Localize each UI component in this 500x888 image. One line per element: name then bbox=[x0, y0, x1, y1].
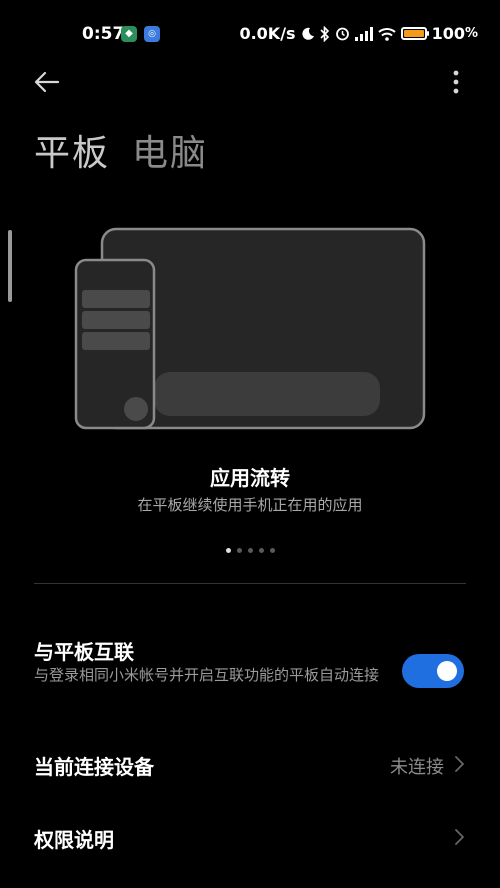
interconnect-title: 与平板互联 bbox=[34, 640, 134, 664]
app-icon: ◎ bbox=[144, 26, 160, 42]
status-bar: 0:57 ◆ ◎ 0.0K/s 100% bbox=[0, 0, 500, 70]
current-device-title[interactable]: 当前连接设备 bbox=[34, 751, 154, 780]
more-vertical-icon bbox=[453, 70, 459, 94]
page-dot[interactable] bbox=[258, 548, 264, 553]
page-dot[interactable] bbox=[247, 548, 253, 553]
battery-level: 100% bbox=[431, 24, 478, 43]
page-dot[interactable] bbox=[269, 548, 275, 553]
app-handoff-illustration bbox=[74, 227, 426, 430]
status-time: 0:57 bbox=[82, 24, 125, 44]
alarm-icon bbox=[335, 26, 350, 41]
page-dot[interactable] bbox=[225, 548, 231, 553]
battery-icon bbox=[400, 27, 429, 40]
tab-computer[interactable]: 电脑 bbox=[132, 124, 208, 176]
shield-app-icon: ◆ bbox=[121, 26, 137, 42]
scroll-indicator bbox=[8, 230, 12, 302]
bluetooth-icon bbox=[319, 25, 330, 42]
interconnect-description: 与登录相同小米帐号并开启互联功能的平板自动连接 bbox=[34, 666, 380, 684]
arrow-left-icon bbox=[34, 71, 60, 93]
interconnect-toggle[interactable] bbox=[402, 654, 464, 688]
feature-description: 在平板继续使用手机正在用的应用 bbox=[137, 496, 363, 514]
carousel-dots[interactable] bbox=[0, 548, 500, 553]
more-options-button[interactable] bbox=[444, 66, 468, 98]
toggle-knob bbox=[437, 661, 457, 681]
moon-icon bbox=[301, 27, 315, 41]
network-speed: 0.0K/s bbox=[239, 24, 296, 43]
chevron-right-icon bbox=[455, 756, 464, 772]
permissions-title[interactable]: 权限说明 bbox=[34, 824, 114, 853]
signal-icon bbox=[354, 26, 373, 41]
chevron-right-icon bbox=[455, 829, 464, 845]
status-icons: 0.0K/s 100% bbox=[239, 24, 478, 43]
divider bbox=[34, 583, 466, 584]
page-dot[interactable] bbox=[236, 548, 242, 553]
feature-title: 应用流转 bbox=[210, 466, 290, 490]
current-device-status: 未连接 bbox=[390, 757, 444, 778]
wifi-icon bbox=[377, 27, 396, 41]
back-button[interactable] bbox=[30, 64, 66, 100]
tab-tablet[interactable]: 平板 bbox=[34, 124, 110, 176]
